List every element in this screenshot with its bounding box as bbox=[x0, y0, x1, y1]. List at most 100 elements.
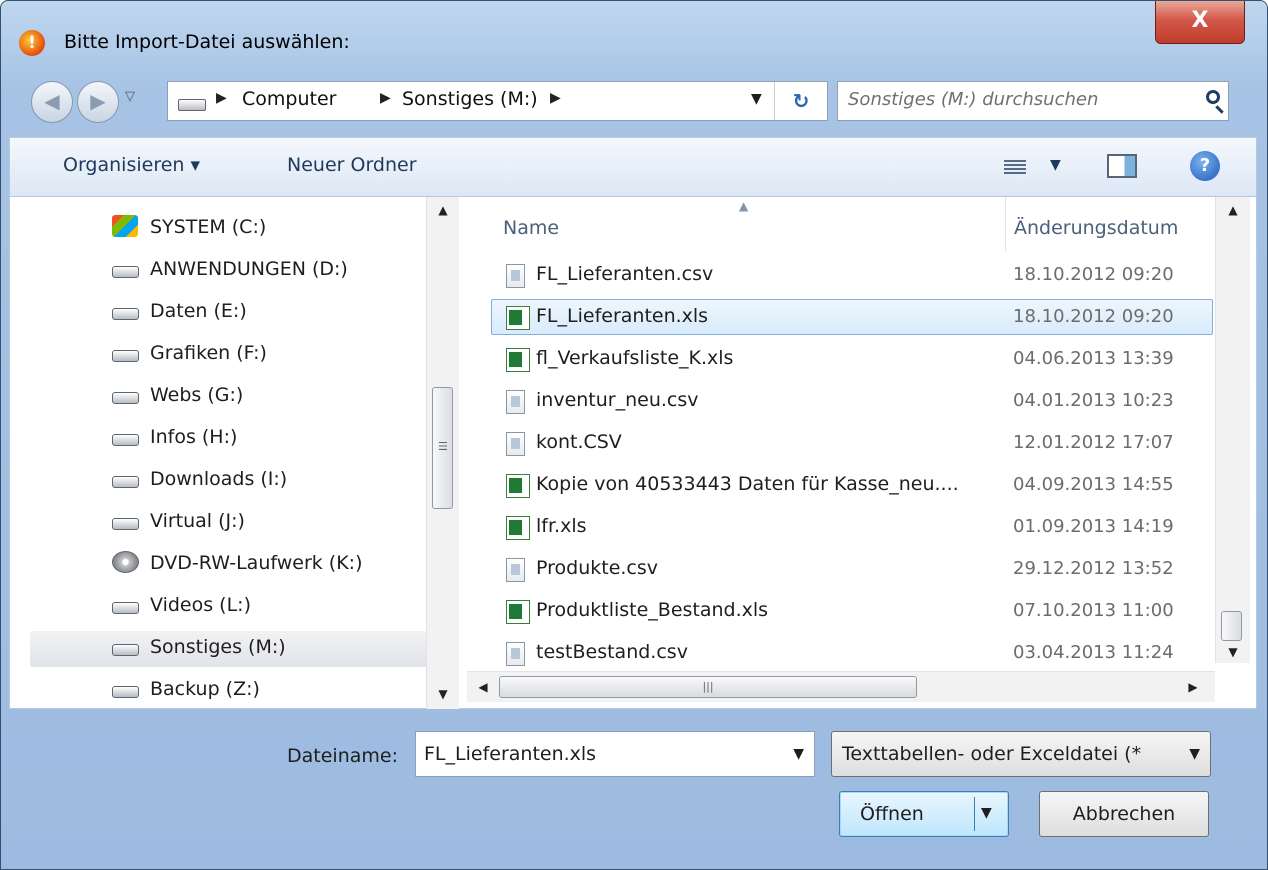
browser-content: SYSTEM (C:) ANWENDUNGEN (D:) Daten (E:) … bbox=[9, 197, 1257, 709]
scrollbar-thumb[interactable] bbox=[1221, 611, 1242, 641]
file-row[interactable]: testBestand.csv 03.04.2013 11:24 bbox=[491, 635, 1213, 671]
scrollbar-thumb[interactable]: ☰ bbox=[432, 387, 453, 509]
sidebar-item-downloads[interactable]: Downloads (I:) bbox=[30, 463, 430, 499]
cancel-button[interactable]: Abbrechen bbox=[1039, 791, 1209, 837]
column-header-name[interactable]: Name bbox=[503, 217, 559, 239]
sidebar-item-label: Webs (G:) bbox=[150, 384, 244, 406]
file-date: 04.09.2013 14:55 bbox=[1013, 474, 1174, 495]
file-row[interactable]: fl_Verkaufsliste_K.xls 04.06.2013 13:39 bbox=[491, 341, 1213, 377]
app-icon: ! bbox=[19, 30, 45, 56]
windows-drive-icon bbox=[112, 215, 138, 237]
sidebar-item-backup[interactable]: Backup (Z:) bbox=[30, 673, 430, 709]
forward-button[interactable]: ▶ bbox=[77, 81, 119, 123]
navigation-scrollbar[interactable]: ▲ ☰ ▼ bbox=[426, 197, 459, 709]
address-bar[interactable]: ▶ Computer ▶ Sonstiges (M:) ▶ ▼ ↻ bbox=[167, 81, 828, 121]
sidebar-item-grafiken[interactable]: Grafiken (F:) bbox=[30, 337, 430, 373]
scroll-down-icon[interactable]: ▼ bbox=[427, 687, 459, 701]
sidebar-item-label: Sonstiges (M:) bbox=[150, 636, 286, 658]
file-row[interactable]: FL_Lieferanten.xls 18.10.2012 09:20 bbox=[491, 299, 1213, 335]
view-dropdown-arrow[interactable]: ▼ bbox=[1050, 157, 1061, 173]
preview-pane-icon[interactable] bbox=[1107, 154, 1137, 178]
excel-file-icon bbox=[506, 348, 530, 372]
breadcrumb-separator[interactable]: ▶ bbox=[380, 90, 391, 106]
file-list: Name ▲ Änderungsdatum FL_Lieferanten.csv… bbox=[467, 197, 1215, 666]
file-row[interactable]: Produkte.csv 29.12.2012 13:52 bbox=[491, 551, 1213, 587]
address-dropdown-arrow[interactable]: ▼ bbox=[751, 91, 762, 107]
refresh-button[interactable]: ↻ bbox=[774, 82, 827, 120]
scroll-down-icon[interactable]: ▼ bbox=[1216, 645, 1250, 659]
view-options-icon[interactable] bbox=[1004, 158, 1026, 176]
sidebar-item-virtual[interactable]: Virtual (J:) bbox=[30, 505, 430, 541]
search-placeholder: Sonstiges (M:) durchsuchen bbox=[848, 89, 1099, 110]
file-date: 18.10.2012 09:20 bbox=[1013, 264, 1174, 285]
recent-locations-dropdown[interactable]: ▽ bbox=[125, 89, 135, 104]
text-file-icon bbox=[506, 558, 525, 582]
file-row[interactable]: FL_Lieferanten.csv 18.10.2012 09:20 bbox=[491, 257, 1213, 293]
sidebar-item-label: Grafiken (F:) bbox=[150, 342, 267, 364]
file-date: 29.12.2012 13:52 bbox=[1013, 558, 1174, 579]
sidebar-item-videos[interactable]: Videos (L:) bbox=[30, 589, 430, 625]
file-name: Kopie von 40533443 Daten für Kasse_neu..… bbox=[536, 473, 959, 495]
sort-ascending-icon: ▲ bbox=[739, 199, 749, 213]
file-row[interactable]: lfr.xls 01.09.2013 14:19 bbox=[491, 509, 1213, 545]
column-header-date[interactable]: Änderungsdatum bbox=[1014, 217, 1178, 239]
scroll-up-icon[interactable]: ▲ bbox=[427, 203, 459, 217]
window-title: Bitte Import-Datei auswählen: bbox=[64, 31, 350, 53]
open-options-dropdown[interactable]: ▼ bbox=[981, 805, 992, 821]
dvd-drive-icon bbox=[112, 551, 139, 573]
breadcrumb-separator[interactable]: ▶ bbox=[550, 90, 561, 106]
scroll-right-icon[interactable]: ▶ bbox=[1183, 680, 1203, 694]
sidebar-item-daten[interactable]: Daten (E:) bbox=[30, 295, 430, 331]
breadcrumb-separator[interactable]: ▶ bbox=[216, 90, 227, 106]
file-date: 18.10.2012 09:20 bbox=[1013, 306, 1174, 327]
file-name: lfr.xls bbox=[536, 515, 587, 537]
excel-file-icon bbox=[506, 474, 530, 498]
sidebar-item-anwendungen[interactable]: ANWENDUNGEN (D:) bbox=[30, 253, 430, 289]
scroll-up-icon[interactable]: ▲ bbox=[1216, 203, 1250, 217]
drive-icon bbox=[178, 99, 206, 111]
close-button[interactable]: X bbox=[1155, 1, 1245, 44]
sidebar-item-webs[interactable]: Webs (G:) bbox=[30, 379, 430, 415]
file-name: fl_Verkaufsliste_K.xls bbox=[536, 347, 734, 369]
file-list-scrollbar[interactable]: ▲ ▼ bbox=[1215, 197, 1250, 663]
filename-input[interactable]: FL_Lieferanten.xls ▼ bbox=[415, 731, 815, 777]
file-row[interactable]: Kopie von 40533443 Daten für Kasse_neu..… bbox=[491, 467, 1213, 503]
filename-label: Dateiname: bbox=[287, 745, 398, 767]
file-row[interactable]: inventur_neu.csv 04.01.2013 10:23 bbox=[491, 383, 1213, 419]
open-button[interactable]: Öffnen ▼ bbox=[839, 791, 1009, 837]
sidebar-item-infos[interactable]: Infos (H:) bbox=[30, 421, 430, 457]
drive-icon bbox=[112, 350, 139, 362]
sidebar-item-label: Daten (E:) bbox=[150, 300, 247, 322]
sidebar-item-label: SYSTEM (C:) bbox=[150, 216, 267, 238]
breadcrumb-computer[interactable]: Computer bbox=[242, 88, 336, 110]
file-row[interactable]: kont.CSV 12.01.2012 17:07 bbox=[491, 425, 1213, 461]
back-button[interactable]: ◀ bbox=[31, 81, 73, 123]
sidebar-item-sonstiges[interactable]: Sonstiges (M:) bbox=[30, 631, 430, 667]
column-divider[interactable] bbox=[1005, 197, 1006, 251]
search-icon[interactable] bbox=[1206, 90, 1220, 104]
drive-icon bbox=[112, 392, 139, 404]
scroll-left-icon[interactable]: ◀ bbox=[473, 680, 493, 694]
help-icon[interactable]: ? bbox=[1190, 151, 1220, 181]
sidebar-item-dvd[interactable]: DVD-RW-Laufwerk (K:) bbox=[30, 547, 430, 583]
sidebar-item-label: Downloads (I:) bbox=[150, 468, 288, 490]
drive-icon bbox=[112, 266, 139, 278]
horizontal-scrollbar[interactable]: ◀ ||| ▶ bbox=[467, 671, 1215, 702]
filename-value: FL_Lieferanten.xls bbox=[424, 743, 597, 765]
sidebar-item-label: ANWENDUNGEN (D:) bbox=[150, 258, 348, 280]
sidebar-item-system[interactable]: SYSTEM (C:) bbox=[30, 211, 430, 247]
file-type-select[interactable]: Texttabellen- oder Exceldatei (* ▼ bbox=[831, 731, 1211, 777]
breadcrumb-drive[interactable]: Sonstiges (M:) bbox=[402, 88, 538, 110]
file-open-dialog: ! Bitte Import-Datei auswählen: X ◀ ▶ ▽ … bbox=[0, 0, 1268, 870]
filename-dropdown-arrow[interactable]: ▼ bbox=[793, 746, 804, 762]
scrollbar-thumb[interactable]: ||| bbox=[499, 676, 917, 698]
new-folder-button[interactable]: Neuer Ordner bbox=[287, 154, 417, 176]
file-date: 03.04.2013 11:24 bbox=[1013, 642, 1174, 663]
resize-grip-icon[interactable]: ⋰ bbox=[1235, 842, 1245, 853]
dialog-footer: Dateiname: FL_Lieferanten.xls ▼ Texttabe… bbox=[9, 709, 1257, 861]
drive-icon bbox=[112, 602, 139, 614]
file-row[interactable]: Produktliste_Bestand.xls 07.10.2013 11:0… bbox=[491, 593, 1213, 629]
search-input[interactable]: Sonstiges (M:) durchsuchen bbox=[837, 81, 1229, 121]
organize-button[interactable]: Organisieren ▾ bbox=[63, 154, 200, 176]
file-date: 04.01.2013 10:23 bbox=[1013, 390, 1174, 411]
